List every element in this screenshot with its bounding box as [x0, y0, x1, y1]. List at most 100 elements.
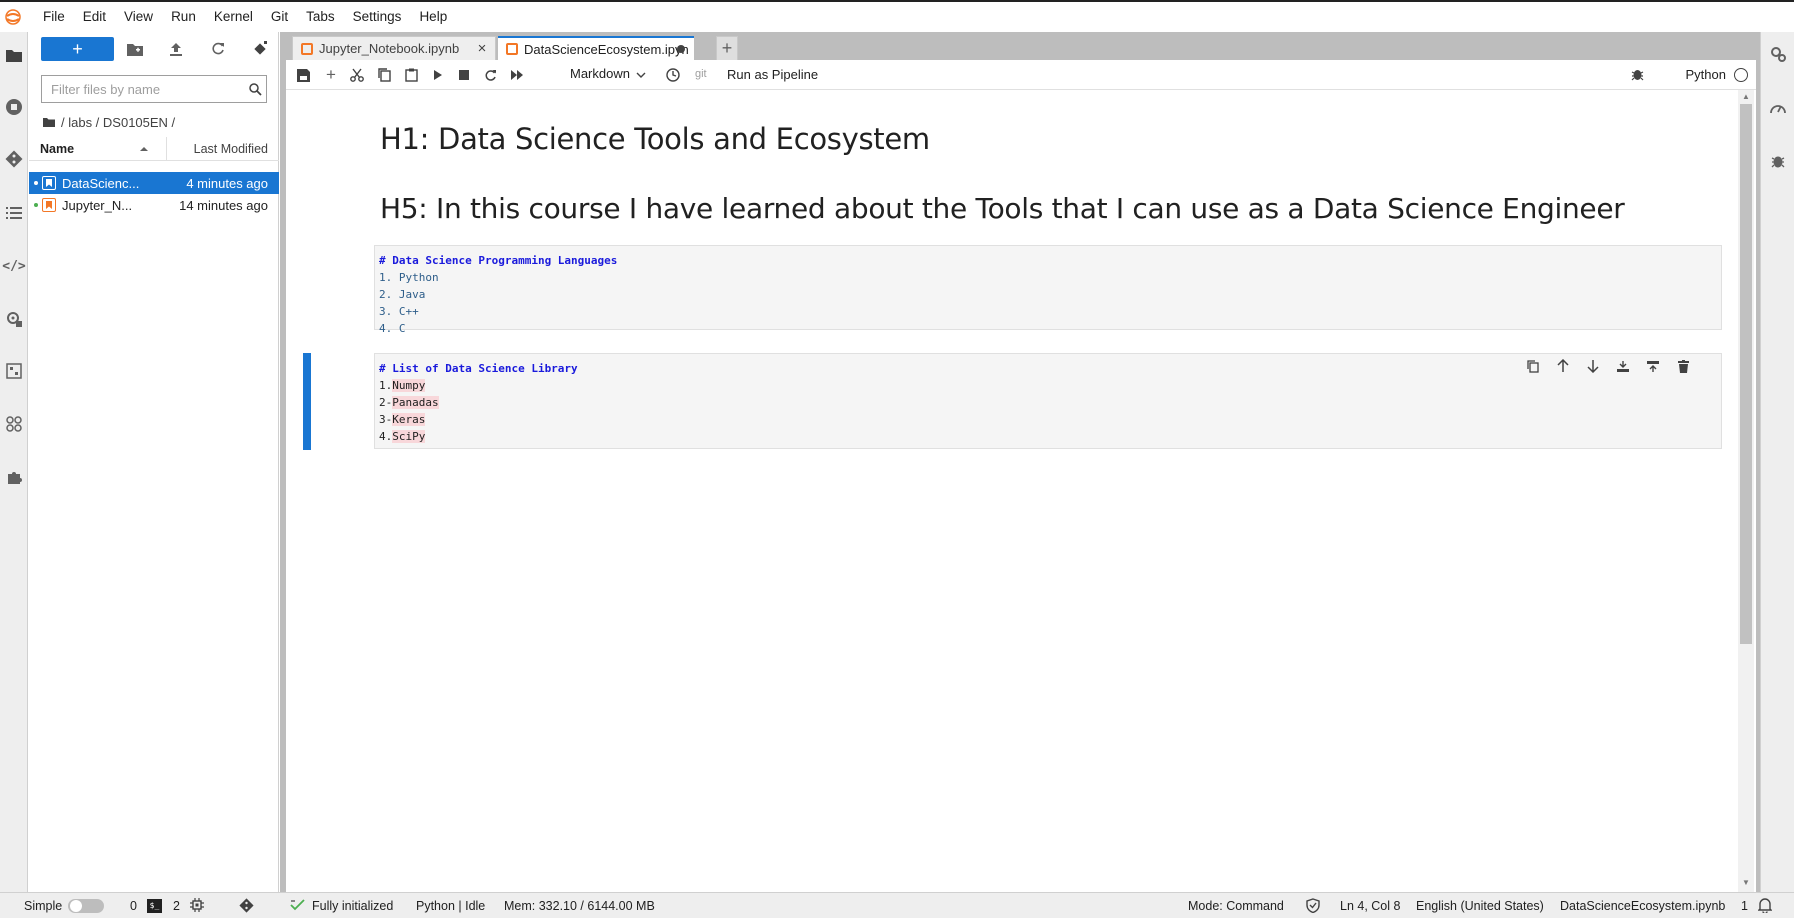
- menu-kernel[interactable]: Kernel: [205, 2, 262, 32]
- file-row-datascience[interactable]: DataScienc... 4 minutes ago: [29, 172, 279, 194]
- resource-usage-gauge-icon[interactable]: [1768, 98, 1788, 118]
- new-folder-icon[interactable]: [125, 39, 145, 59]
- add-tab-button[interactable]: +: [716, 36, 738, 60]
- tab-datascience-ecosystem[interactable]: DataScienceEcosystem.ipyn: [498, 36, 694, 60]
- git-status-icon[interactable]: [239, 898, 254, 916]
- list-item: 1.Numpy: [379, 377, 1717, 394]
- pipeline-editor-icon[interactable]: [3, 360, 25, 382]
- folder-icon[interactable]: [3, 44, 25, 66]
- cell-type-dropdown[interactable]: Markdown: [570, 66, 646, 81]
- file-modified: 14 minutes ago: [179, 197, 268, 213]
- insert-below-icon[interactable]: [1645, 358, 1661, 374]
- extension-status-icon[interactable]: [290, 898, 305, 915]
- breadcrumb: / labs / DS0105EN /: [43, 112, 175, 132]
- trusted-shield-icon[interactable]: [1306, 898, 1320, 916]
- simple-mode-label: Simple: [24, 899, 63, 913]
- terminal-count[interactable]: 2: [173, 899, 180, 913]
- notebook-scrollbar[interactable]: ▲ ▼: [1738, 90, 1754, 892]
- menu-tabs[interactable]: Tabs: [297, 2, 344, 32]
- insert-cell-icon[interactable]: +: [322, 65, 340, 84]
- cut-icon[interactable]: [348, 66, 366, 84]
- last-modified-column-header[interactable]: Last Modified: [194, 142, 268, 156]
- scroll-up-arrow-icon[interactable]: ▲: [1741, 92, 1751, 102]
- menu-help[interactable]: Help: [410, 2, 456, 32]
- plus-icon: +: [72, 38, 83, 59]
- notebook-mode[interactable]: Mode: Command: [1188, 899, 1284, 913]
- menu-git[interactable]: Git: [262, 2, 297, 32]
- running-kernels-icon[interactable]: [3, 96, 25, 118]
- kernel-status[interactable]: Python | Idle: [416, 899, 485, 913]
- kernel-name[interactable]: Python: [1686, 67, 1726, 82]
- copy-icon[interactable]: [375, 66, 393, 84]
- debugger-bug-icon[interactable]: [1768, 150, 1788, 170]
- tab-jupyter-notebook[interactable]: Jupyter_Notebook.ipynb ×: [292, 36, 496, 60]
- notification-count[interactable]: 1: [1741, 899, 1748, 913]
- memory-usage: Mem: 332.10 / 6144.00 MB: [504, 899, 655, 913]
- markdown-heading-h5[interactable]: H5: In this course I have learned about …: [380, 192, 1625, 225]
- restart-run-all-icon[interactable]: [508, 66, 526, 84]
- git-clone-icon[interactable]: [250, 39, 270, 59]
- move-down-icon[interactable]: [1585, 358, 1601, 374]
- scrollbar-thumb[interactable]: [1740, 104, 1752, 644]
- scroll-down-arrow-icon[interactable]: ▼: [1741, 878, 1751, 888]
- upload-icon[interactable]: [166, 39, 186, 59]
- paste-icon[interactable]: [402, 66, 420, 84]
- list-item: 4. C: [379, 322, 406, 335]
- table-of-contents-icon[interactable]: [3, 202, 25, 224]
- display-language[interactable]: English (United States): [1416, 899, 1544, 913]
- refresh-icon[interactable]: [208, 39, 228, 59]
- git-label[interactable]: git: [695, 68, 707, 80]
- property-settings-icon[interactable]: [1768, 44, 1788, 64]
- debugger-bug-icon[interactable]: [1631, 67, 1644, 84]
- menu-run[interactable]: Run: [162, 2, 205, 32]
- cpu-chip-icon[interactable]: [190, 898, 204, 915]
- run-cell-icon[interactable]: [429, 66, 447, 84]
- components-icon[interactable]: [3, 413, 25, 435]
- git-icon[interactable]: [3, 148, 25, 170]
- search-icon: [244, 78, 266, 100]
- notebook-icon: [42, 176, 56, 190]
- new-launcher-button[interactable]: +: [41, 37, 114, 61]
- markdown-cell-languages[interactable]: # Data Science Programming Languages 1. …: [374, 245, 1722, 335]
- file-name: Jupyter_N...: [62, 197, 133, 213]
- markdown-cell-libraries[interactable]: # List of Data Science Library 1.Numpy 2…: [374, 353, 1722, 449]
- home-folder-icon[interactable]: [43, 115, 55, 130]
- notebook-toolbar: + Markdown git Run as Pipeline Python: [286, 60, 1756, 90]
- notification-bell-icon[interactable]: [1757, 898, 1773, 916]
- file-row-jupyter-notebook[interactable]: Jupyter_N... 14 minutes ago: [29, 194, 279, 216]
- terminal-icon: $_: [147, 899, 162, 913]
- list-prefix: 2-: [379, 396, 393, 409]
- breadcrumb-path[interactable]: / labs / DS0105EN /: [61, 115, 175, 130]
- file-name: DataScienc...: [62, 175, 140, 191]
- restart-kernel-icon[interactable]: [481, 66, 499, 84]
- menu-edit[interactable]: Edit: [74, 2, 115, 32]
- menu-file[interactable]: File: [34, 2, 74, 32]
- insert-above-icon[interactable]: [1615, 358, 1631, 374]
- property-inspector-icon[interactable]: [3, 308, 25, 330]
- sort-ascending-icon[interactable]: [139, 143, 149, 157]
- unsaved-dot-icon[interactable]: [674, 42, 688, 56]
- simple-mode-toggle[interactable]: [68, 899, 104, 913]
- save-icon[interactable]: [294, 66, 312, 84]
- delete-cell-icon[interactable]: [1675, 358, 1691, 374]
- filter-files-input[interactable]: Filter files by name: [41, 75, 267, 103]
- run-as-pipeline-button[interactable]: Run as Pipeline: [727, 67, 818, 82]
- menu-view[interactable]: View: [115, 2, 162, 32]
- cursor-position[interactable]: Ln 4, Col 8: [1340, 899, 1400, 913]
- name-column-header[interactable]: Name: [40, 142, 74, 156]
- filter-placeholder: Filter files by name: [51, 81, 161, 97]
- kernel-count[interactable]: 0: [130, 899, 137, 913]
- document-tab-bar: Jupyter_Notebook.ipynb × DataScienceEcos…: [280, 32, 1760, 60]
- move-up-icon[interactable]: [1555, 358, 1571, 374]
- clock-icon[interactable]: [664, 66, 682, 84]
- notebook-icon: [42, 198, 56, 212]
- stop-kernel-icon[interactable]: [455, 66, 473, 84]
- menu-settings[interactable]: Settings: [344, 2, 411, 32]
- code-snippets-icon[interactable]: </>: [2, 255, 25, 277]
- left-sidebar-rail: </>: [0, 32, 28, 892]
- notebook-panel: + Markdown git Run as Pipeline Python H1…: [286, 60, 1756, 892]
- extensions-puzzle-icon[interactable]: [3, 466, 25, 488]
- duplicate-cell-icon[interactable]: [1525, 358, 1541, 374]
- close-icon[interactable]: ×: [475, 40, 489, 57]
- markdown-heading-h1[interactable]: H1: Data Science Tools and Ecosystem: [380, 122, 930, 156]
